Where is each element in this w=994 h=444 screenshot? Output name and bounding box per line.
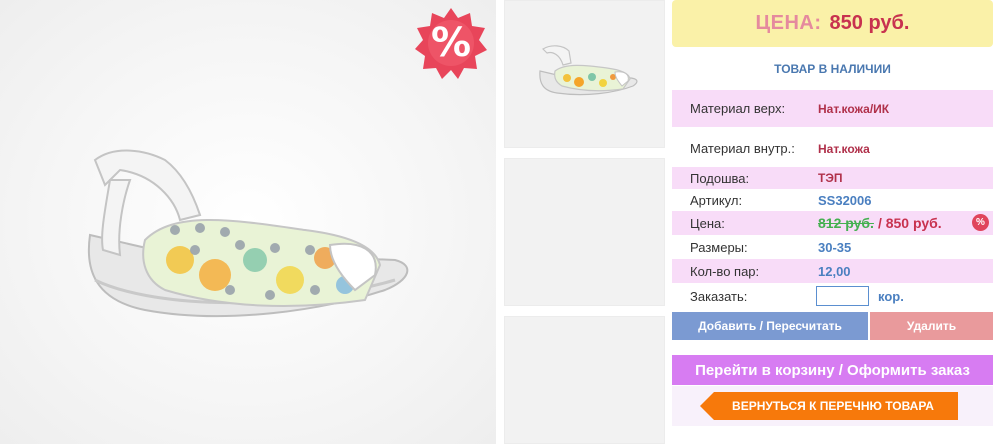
detail-label: Материал верх: bbox=[690, 101, 786, 116]
sandal-image bbox=[87, 149, 409, 318]
detail-row-pairs: Кол-во пар: 12,00 bbox=[672, 259, 993, 283]
product-info-panel: ЦЕНА: 850 руб. ТОВАР В НАЛИЧИИ Материал … bbox=[672, 0, 994, 444]
percent-icon: % bbox=[430, 20, 472, 66]
price-value: 850 руб. bbox=[829, 12, 910, 34]
order-quantity-input[interactable] bbox=[816, 286, 869, 306]
percent-icon: % bbox=[972, 214, 989, 231]
detail-value: 12,00 bbox=[818, 263, 851, 279]
new-price: / 850 руб. bbox=[877, 215, 942, 231]
back-to-list-button[interactable]: ВЕРНУТЬСЯ К ПЕРЕЧНЮ ТОВАРА bbox=[700, 392, 958, 420]
detail-row-article: Артикул: SS32006 bbox=[672, 189, 993, 211]
detail-label: Материал внутр.: bbox=[690, 141, 795, 156]
price-label: ЦЕНА: bbox=[755, 12, 822, 34]
detail-label: Артикул: bbox=[690, 192, 743, 208]
stock-status: ТОВАР В НАЛИЧИИ bbox=[774, 62, 891, 76]
detail-row-price: Цена: 812 руб./ 850 руб. % bbox=[672, 211, 993, 235]
detail-value: Нат.кожа bbox=[818, 141, 870, 156]
thumb-side-view[interactable] bbox=[504, 0, 665, 148]
back-area: ВЕРНУТЬСЯ К ПЕРЕЧНЮ ТОВАРА bbox=[672, 386, 993, 426]
delete-button[interactable]: Удалить bbox=[870, 312, 993, 340]
detail-value: Нат.кожа/ИК bbox=[818, 101, 890, 116]
order-row: Заказать: кор. bbox=[672, 284, 993, 308]
detail-row-sole: Подошва: ТЭП bbox=[672, 167, 993, 189]
detail-label: Кол-во пар: bbox=[690, 263, 760, 279]
sandal-thumb-image bbox=[539, 45, 638, 96]
add-recalculate-button[interactable]: Добавить / Пересчитать bbox=[672, 312, 868, 340]
thumb-empty[interactable] bbox=[504, 158, 665, 306]
detail-row-sizes: Размеры: 30-35 bbox=[672, 235, 993, 259]
main-product-photo[interactable]: % bbox=[0, 0, 496, 444]
detail-label: Размеры: bbox=[690, 239, 748, 255]
detail-row-material-top: Материал верх: Нат.кожа/ИК bbox=[672, 90, 993, 127]
old-price: 812 руб. bbox=[818, 215, 874, 231]
order-unit: кор. bbox=[878, 288, 904, 304]
detail-value: 30-35 bbox=[818, 239, 852, 255]
order-label: Заказать: bbox=[690, 288, 748, 304]
go-to-cart-button[interactable]: Перейти в корзину / Оформить заказ bbox=[672, 355, 993, 385]
sale-badge: % bbox=[414, 6, 488, 80]
thumb-empty[interactable] bbox=[504, 316, 665, 444]
detail-value: SS32006 bbox=[818, 192, 872, 208]
price-box: ЦЕНА: 850 руб. bbox=[672, 0, 993, 47]
detail-value: ТЭП bbox=[818, 171, 843, 185]
detail-label: Цена: bbox=[690, 215, 725, 231]
detail-label: Подошва: bbox=[690, 170, 750, 186]
detail-row-material-inner: Материал внутр.: Нат.кожа bbox=[672, 130, 993, 167]
